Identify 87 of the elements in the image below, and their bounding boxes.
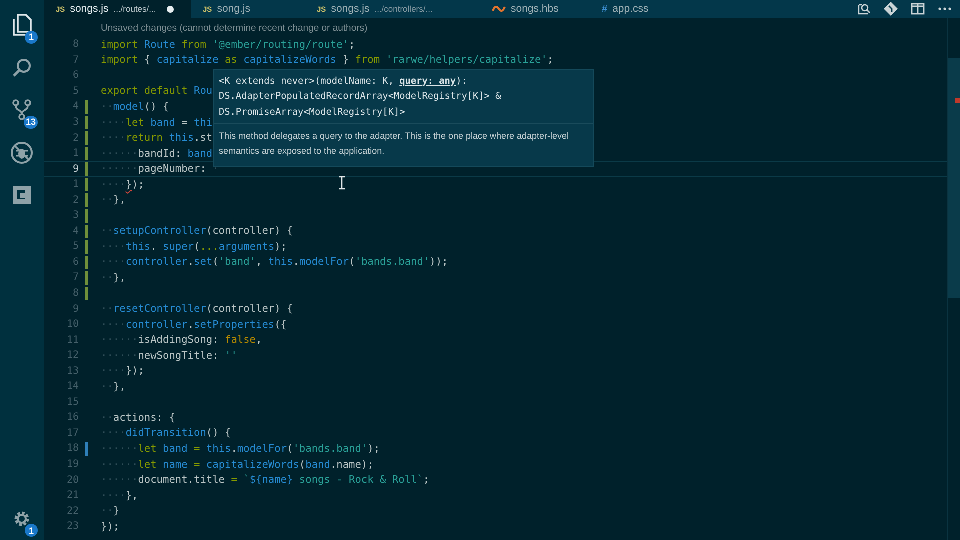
line-number: 17 [66, 428, 79, 439]
search-icon [11, 56, 33, 79]
line-number: 5 [72, 241, 79, 252]
code-line: ··} [101, 505, 120, 518]
line-number: 18 [66, 443, 79, 454]
notification-badge: 13 [24, 116, 38, 128]
line-number: 8 [72, 288, 79, 300]
line-number: 5 [72, 86, 79, 97]
blame-annotation: Unsaved changes (cannot determine recent change or authors) [100, 22, 369, 36]
code-line: ······bandId: band [101, 148, 213, 160]
code-line: ······document.title = `${name} songs - Rock & Roll`; [101, 474, 430, 486]
tab-label: songs.js [70, 3, 109, 15]
signature-text: <K extends never>(modelName: K, query: any): DS.AdapterPopulatedRecordArray<ModelRegistry[K]> & DS.PromiseArray<ModelRegistry[K]> [214, 70, 593, 124]
code-line: ····return this.st [101, 132, 213, 144]
no-bug-icon [10, 140, 34, 165]
code-line: ······let band = this.modelFor('bands.band'); [101, 442, 380, 455]
line-number: 3 [72, 210, 79, 222]
git-diamond-icon[interactable] [884, 2, 898, 16]
line-number: 14 [66, 381, 79, 392]
code-line: ··actions: { [101, 412, 176, 424]
code-line: ····}); [101, 365, 144, 378]
line-number: 7 [72, 54, 79, 66]
activity-item[interactable]: 13 [0, 89, 44, 132]
code-line: import Route from '@ember/routing/route'; [101, 38, 356, 51]
manage-button[interactable]: 1 [0, 498, 44, 540]
line-number: 2 [72, 194, 79, 206]
line-number: 23 [66, 521, 79, 532]
notification-badge: 1 [25, 524, 38, 537]
tab-path: .../routes/... [114, 4, 156, 14]
code-line: ··resetController(controller) { [101, 303, 294, 316]
code-line: ····controller.set('band', this.modelFor('bands.band')); [101, 256, 448, 268]
code-line: ······pageNumber: · [101, 163, 219, 176]
code-line: ····let band = thi [101, 116, 213, 128]
code-line: import { capitalize as capitalizeWords } from 'rarwe/helpers/capitalize'; [101, 54, 554, 66]
line-number: 12 [66, 350, 79, 362]
line-number: 9 [72, 164, 79, 175]
line-number: 19 [66, 459, 79, 470]
line-number: 13 [66, 366, 79, 377]
line-number: 7 [72, 272, 79, 284]
code-line: ····}); [101, 178, 144, 191]
code-line: ····controller.setProperties({ [101, 318, 288, 331]
line-number: 4 [72, 101, 79, 112]
line-number: 15 [66, 396, 79, 408]
line-number: 9 [72, 304, 79, 315]
scrollbar[interactable] [947, 18, 960, 540]
code-line: ····}, [101, 490, 138, 502]
text-cursor-icon [338, 176, 346, 190]
code-line: ··setupController(controller) { [101, 225, 294, 238]
line-number: 3 [72, 117, 79, 128]
line-number: 20 [66, 474, 79, 486]
line-number: 1 [72, 148, 79, 160]
code-line: ······isAddingSong: false, [101, 334, 262, 346]
line-number: 21 [66, 490, 79, 502]
tab-label: app.css [612, 3, 649, 15]
activity-item[interactable]: 1 [0, 4, 44, 46]
code-line: ····this._super(...arguments); [101, 240, 288, 253]
line-number: 1 [72, 179, 79, 190]
tab-label: songs.js [331, 3, 370, 15]
file-type-icon: # [602, 4, 608, 14]
code-line: ······newSongTitle: '' [101, 350, 238, 362]
more-icon[interactable] [938, 7, 952, 11]
line-number: 16 [66, 412, 79, 424]
code-line: ··}, [101, 194, 126, 206]
tilde-icon [492, 5, 506, 13]
code-line: ······let name = capitalizeWords(band.name); [101, 458, 374, 471]
code-line: }); [101, 520, 120, 533]
code-line: ····didTransition() { [101, 427, 232, 440]
open-changes-icon[interactable] [857, 2, 871, 16]
line-number: 22 [66, 506, 79, 517]
code-line: export default Rou [101, 85, 213, 98]
code-line: ··}, [101, 380, 126, 393]
description-text: This method delegates a query to the adapter. This is the one place where adapter-level semantics are exposed to the application. [218, 130, 570, 158]
tab-label: song.js [217, 3, 250, 15]
tab-label: songs.hbs [511, 3, 559, 15]
code-line: ··}, [101, 272, 126, 284]
line-number: 8 [72, 39, 79, 50]
line-number: 10 [66, 319, 79, 330]
split-editor-icon[interactable] [911, 3, 925, 15]
line-number: 11 [66, 334, 79, 346]
notification-badge: 1 [25, 30, 38, 44]
line-number: 6 [72, 70, 79, 82]
extensions-icon [11, 184, 33, 206]
line-number: 4 [72, 226, 79, 237]
code-line: ··model() { [101, 100, 170, 113]
line-number: 2 [72, 132, 79, 144]
tab-path: .../controllers/... [374, 4, 433, 14]
line-number: 6 [72, 256, 79, 268]
